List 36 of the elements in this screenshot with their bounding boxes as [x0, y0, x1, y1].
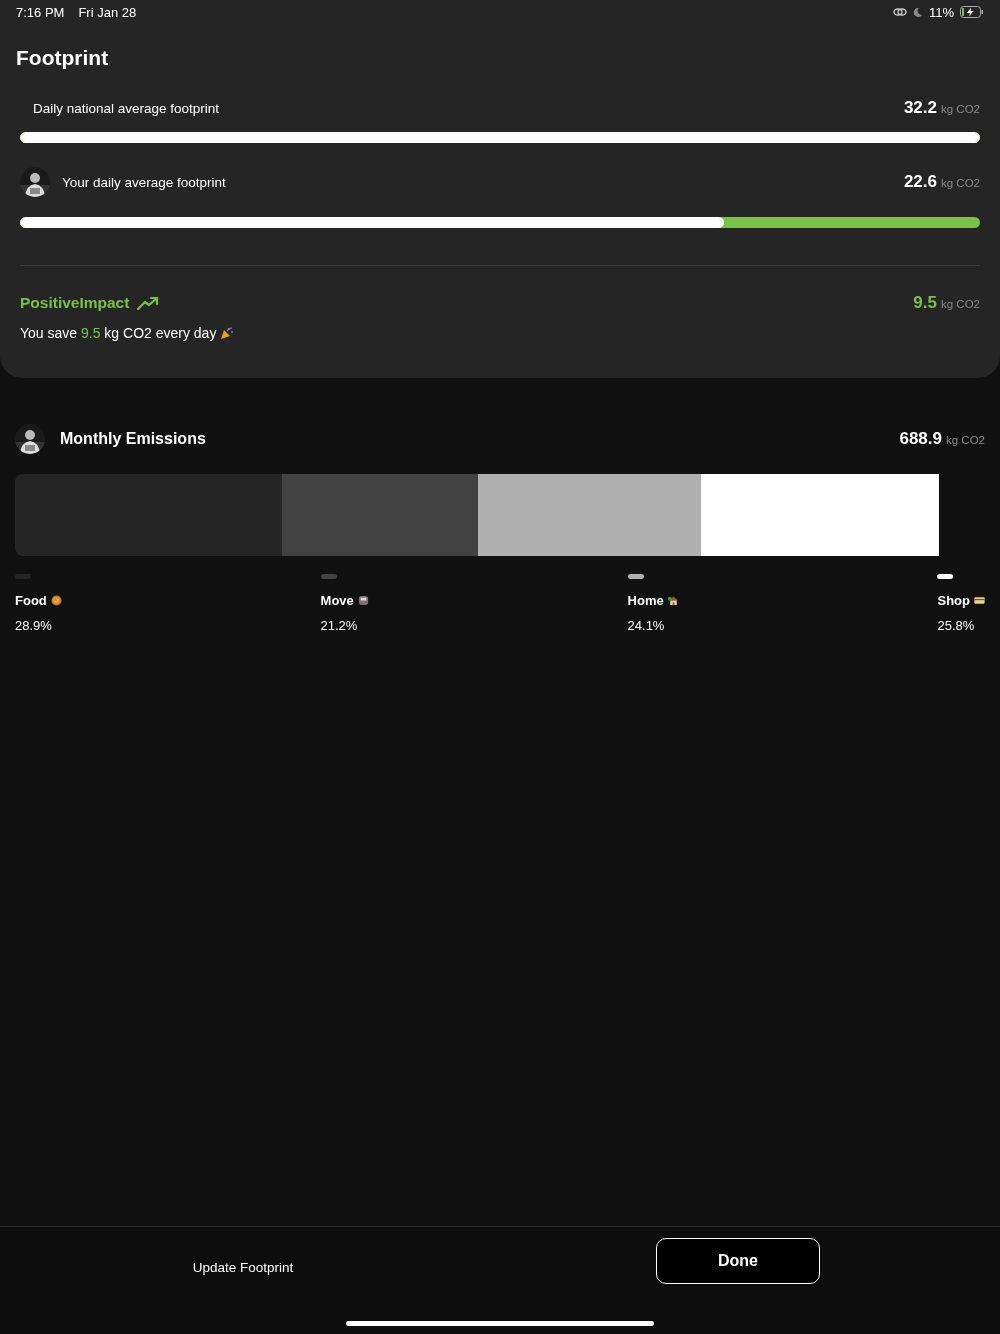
pot-icon: [50, 595, 62, 606]
update-footprint-button[interactable]: Update Footprint: [192, 1260, 294, 1275]
category-name: Shop: [937, 593, 970, 608]
card-icon: [973, 595, 985, 606]
unit: kg CO2: [941, 103, 980, 115]
clock: 7:16 PM: [16, 4, 65, 20]
train-icon: [357, 595, 369, 606]
moon-icon: [912, 7, 923, 17]
battery-percent: 11%: [928, 4, 954, 20]
savings-text: You save 9.5 kg CO2 every day: [20, 325, 217, 341]
impact-title: PositiveImpact: [20, 294, 130, 312]
unit: kg CO2: [946, 434, 985, 446]
trend-up-icon: [137, 296, 160, 310]
page-title: Footprint: [16, 46, 110, 71]
label: Daily national average footprint: [33, 100, 220, 116]
label: Your daily average footprint: [62, 174, 226, 190]
value: 22.6: [903, 172, 937, 192]
unit: kg CO2: [941, 298, 980, 310]
link-icon: [892, 7, 907, 17]
category-name: Move: [320, 593, 354, 608]
percentage: 28.9%: [15, 618, 53, 633]
value: 688.9: [899, 429, 942, 449]
house-icon: [667, 595, 679, 606]
percentage: 21.2%: [320, 618, 359, 633]
battery-icon: [960, 6, 984, 18]
date: Fri Jan 28: [78, 4, 137, 20]
unit: kg CO2: [941, 177, 980, 189]
category-name: Food: [15, 593, 47, 608]
value: 32.2: [903, 98, 937, 118]
percentage: 25.8%: [937, 618, 976, 633]
done-button[interactable]: Done: [656, 1238, 820, 1284]
percentage: 24.1%: [627, 618, 666, 633]
category-name: Home: [627, 593, 664, 608]
section-title: Monthly Emissions: [60, 430, 206, 448]
party-popper-icon: [220, 326, 235, 340]
value: 9.5: [913, 293, 937, 313]
